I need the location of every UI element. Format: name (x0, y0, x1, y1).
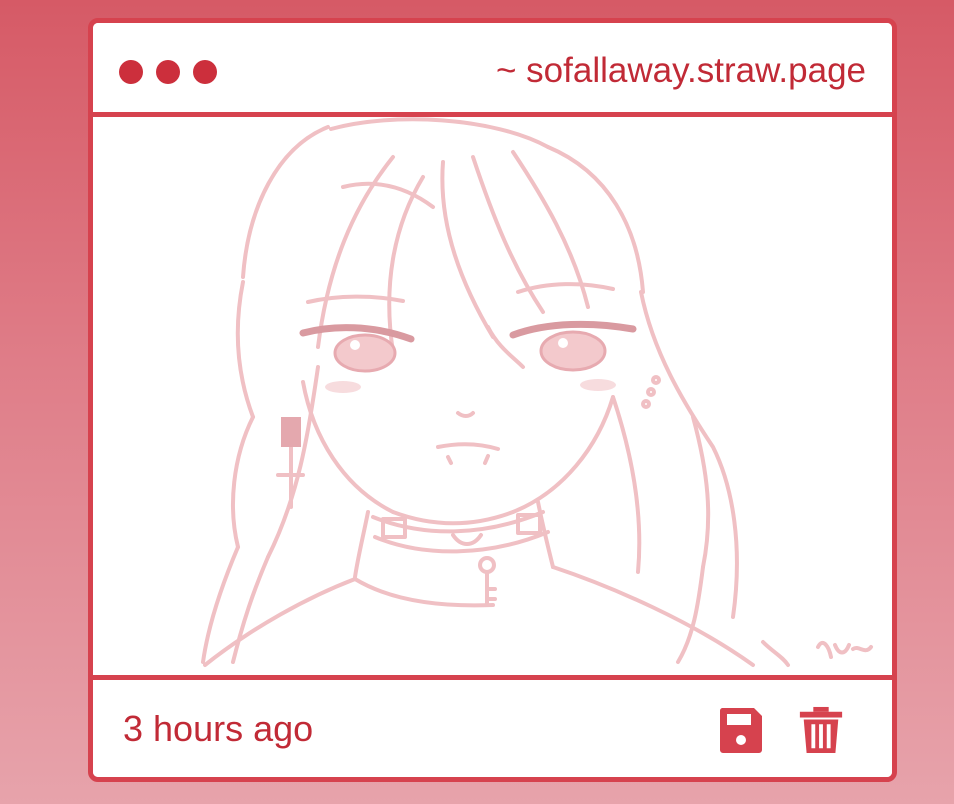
window-dot-icon (193, 60, 217, 84)
drawing-canvas (93, 117, 892, 675)
window-dot-icon (156, 60, 180, 84)
post-card: ~ sofallaway.straw.page 3 hours ago (88, 18, 897, 782)
timestamp: 3 hours ago (123, 708, 314, 749)
sketch-drawing (201, 117, 873, 667)
window-titlebar: ~ sofallaway.straw.page (93, 23, 892, 117)
post-actions (718, 706, 844, 754)
post-footer: 3 hours ago (93, 675, 892, 777)
floppy-disk-icon[interactable] (718, 706, 764, 754)
window-dot-icon (119, 60, 143, 84)
trash-icon[interactable] (798, 706, 844, 754)
page-url[interactable]: ~ sofallaway.straw.page (496, 51, 866, 91)
window-dots (119, 60, 217, 84)
